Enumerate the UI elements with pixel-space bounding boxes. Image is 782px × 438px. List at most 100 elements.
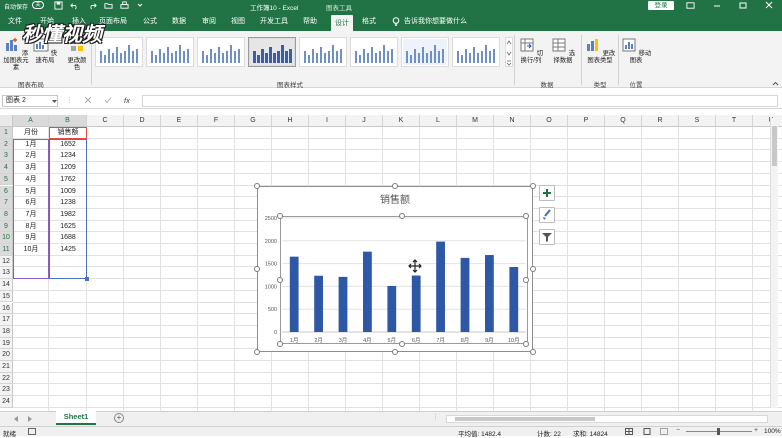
next-sheet-icon[interactable] — [28, 416, 33, 424]
resize-handle[interactable] — [530, 183, 536, 189]
ribbon-display-icon[interactable] — [686, 1, 695, 12]
horizontal-scrollbar[interactable] — [446, 415, 768, 423]
insert-function-button[interactable]: fx — [124, 96, 130, 105]
tab-6[interactable]: 审阅 — [202, 16, 216, 26]
column-header[interactable]: H — [272, 115, 309, 127]
prev-sheet-icon[interactable] — [14, 416, 19, 424]
chart-bar[interactable] — [436, 241, 445, 332]
maximize-icon[interactable] — [738, 0, 748, 12]
close-icon[interactable] — [764, 0, 774, 12]
select-data-button[interactable]: 选择数据 — [548, 37, 578, 64]
column-header[interactable]: T — [716, 115, 753, 127]
resize-handle[interactable] — [523, 277, 529, 283]
column-header[interactable]: R — [642, 115, 679, 127]
tab-10[interactable]: 设计 — [331, 15, 353, 31]
column-header[interactable]: F — [198, 115, 235, 127]
row-header[interactable]: 15 — [0, 290, 13, 303]
chart-style-thumb[interactable] — [401, 37, 449, 67]
row-header[interactable]: 6 — [0, 185, 13, 198]
chart-style-thumb[interactable] — [248, 37, 296, 67]
vertical-scrollbar[interactable] — [770, 118, 778, 408]
column-header[interactable]: A — [13, 115, 49, 127]
row-header[interactable]: 10 — [0, 232, 13, 244]
styles-scroll[interactable] — [505, 37, 513, 67]
select-all-corner[interactable] — [0, 115, 13, 127]
chart-elements-button[interactable] — [539, 185, 555, 201]
row-header[interactable]: 9 — [0, 220, 13, 233]
column-header[interactable]: S — [679, 115, 716, 127]
chart-area[interactable]: 销售额 0 500 1000 1500 2000 2500 1月 2月 3月 4月 5月 6月 7月 8月… — [257, 186, 533, 352]
chart-style-thumb[interactable] — [299, 37, 347, 67]
column-header[interactable]: N — [494, 115, 531, 127]
column-header[interactable]: L — [420, 115, 457, 127]
chart-style-thumb[interactable] — [350, 37, 398, 67]
row-header[interactable]: 7 — [0, 197, 13, 209]
row-header[interactable]: 21 — [0, 361, 13, 373]
tab-9[interactable]: 帮助 — [303, 16, 317, 26]
range-resize-handle[interactable] — [85, 277, 89, 281]
column-header[interactable]: C — [87, 115, 124, 127]
column-header[interactable]: P — [568, 115, 605, 127]
chart-bar[interactable] — [338, 276, 348, 332]
login-button[interactable]: 登录 — [648, 1, 674, 10]
tab-5[interactable]: 数据 — [172, 16, 186, 26]
tab-11[interactable]: 格式 — [362, 16, 376, 26]
move-chart-button[interactable]: 移动图表 — [620, 37, 652, 64]
row-header[interactable]: 17 — [0, 314, 13, 326]
resize-handle[interactable] — [277, 341, 283, 347]
undo-icon[interactable] — [70, 1, 79, 12]
chart-bar[interactable] — [460, 257, 470, 332]
row-header[interactable]: 1 — [0, 127, 13, 139]
redo-icon[interactable] — [88, 1, 97, 12]
zoom-in-button[interactable]: + — [754, 427, 758, 434]
column-header[interactable]: J — [346, 115, 383, 127]
horizontal-scroll-thumb[interactable] — [455, 417, 595, 421]
tab-3[interactable]: 页面布局 — [99, 16, 127, 26]
add-sheet-button[interactable]: + — [114, 413, 124, 423]
resize-handle[interactable] — [530, 349, 536, 355]
cell[interactable]: 月份 — [13, 127, 49, 139]
row-header[interactable]: 4 — [0, 162, 13, 174]
chart-style-thumb[interactable] — [452, 37, 500, 67]
column-header[interactable]: D — [124, 115, 161, 127]
zoom-level[interactable]: 100% — [764, 428, 781, 435]
cancel-icon[interactable] — [84, 96, 92, 106]
chart-style-thumb[interactable] — [95, 37, 143, 67]
chart-bar[interactable] — [485, 255, 494, 332]
tab-4[interactable]: 公式 — [143, 16, 157, 26]
worksheet-grid[interactable]: ABCDEFGHIJKLMNOPQRSTU 123456789101112131… — [0, 115, 782, 411]
qat-more-icon[interactable] — [137, 1, 143, 11]
row-header[interactable]: 13 — [0, 267, 13, 280]
resize-handle[interactable] — [277, 277, 283, 283]
column-header[interactable]: O — [531, 115, 568, 127]
row-header[interactable]: 24 — [0, 396, 13, 408]
row-header[interactable]: 8 — [0, 208, 13, 221]
zoom-out-button[interactable]: − — [676, 427, 680, 434]
chart-styles-button[interactable] — [539, 207, 555, 223]
chart-bar[interactable] — [509, 267, 519, 332]
column-header[interactable]: M — [457, 115, 494, 127]
row-header[interactable]: 22 — [0, 372, 13, 385]
chart-bar[interactable] — [289, 256, 299, 332]
chart-bar[interactable] — [411, 275, 421, 332]
resize-handle[interactable] — [399, 213, 405, 219]
tell-me-box[interactable]: 告诉我你想要做什么 — [404, 16, 467, 26]
column-header[interactable]: I — [309, 115, 346, 127]
enter-icon[interactable] — [104, 96, 112, 106]
resize-handle[interactable] — [523, 341, 529, 347]
chart-bar[interactable] — [363, 251, 372, 332]
row-header[interactable]: 19 — [0, 337, 13, 350]
resize-handle[interactable] — [392, 183, 398, 189]
row-header[interactable]: 16 — [0, 302, 13, 315]
resize-handle[interactable] — [523, 213, 529, 219]
tab-8[interactable]: 开发工具 — [260, 16, 288, 26]
change-chart-type-button[interactable]: 更改图表类型 — [584, 37, 616, 64]
resize-handle[interactable] — [254, 349, 260, 355]
chart-filters-button[interactable] — [539, 229, 555, 245]
resize-handle[interactable] — [254, 266, 260, 272]
row-header[interactable]: 12 — [0, 255, 13, 268]
column-header[interactable]: E — [161, 115, 198, 127]
row-header[interactable]: 11 — [0, 244, 13, 256]
resize-handle[interactable] — [277, 213, 283, 219]
row-header[interactable]: 20 — [0, 349, 13, 361]
